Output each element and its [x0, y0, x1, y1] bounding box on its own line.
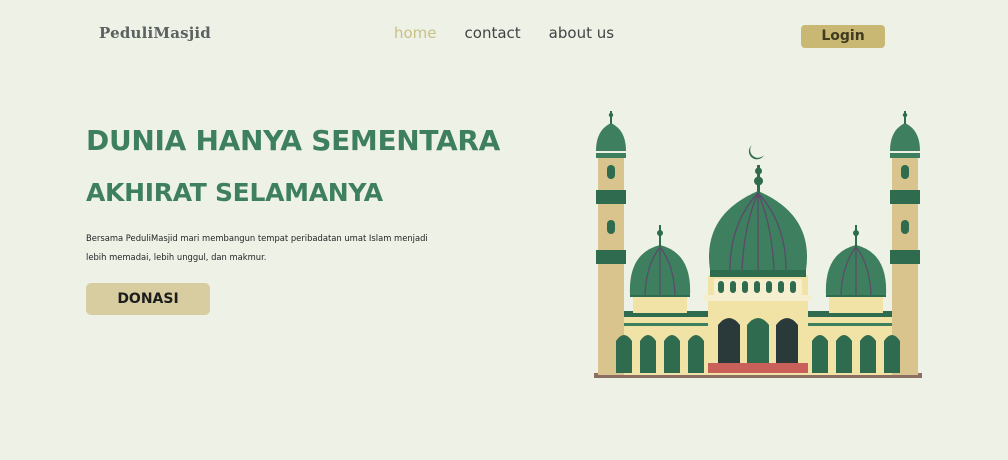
main-dome — [709, 145, 807, 271]
left-minaret — [596, 111, 626, 375]
brand-logo[interactable]: PeduliMasjid — [99, 24, 211, 42]
donate-button[interactable]: DONASI — [86, 283, 210, 315]
right-minaret — [890, 111, 920, 375]
hero-description-line-1: Bersama PeduliMasjid mari membangun temp… — [86, 233, 428, 243]
mosque-illustration — [594, 111, 922, 378]
hero-description: Bersama PeduliMasjid mari membangun temp… — [86, 229, 446, 267]
nav-home-link[interactable]: home — [394, 24, 437, 42]
left-small-dome — [629, 219, 691, 313]
nav-about-link[interactable]: about us — [549, 24, 614, 42]
right-small-dome — [825, 219, 887, 313]
nav-contact-link[interactable]: contact — [465, 24, 521, 42]
hero-title-line-1: DUNIA HANYA SEMENTARA — [86, 124, 501, 157]
hero-title-line-2: AKHIRAT SELAMANYA — [86, 178, 383, 207]
login-button[interactable]: Login — [801, 25, 885, 48]
main-nav: home contact about us — [394, 24, 642, 42]
hero-description-line-2: lebih memadai, lebih unggul, dan makmur. — [86, 252, 267, 262]
